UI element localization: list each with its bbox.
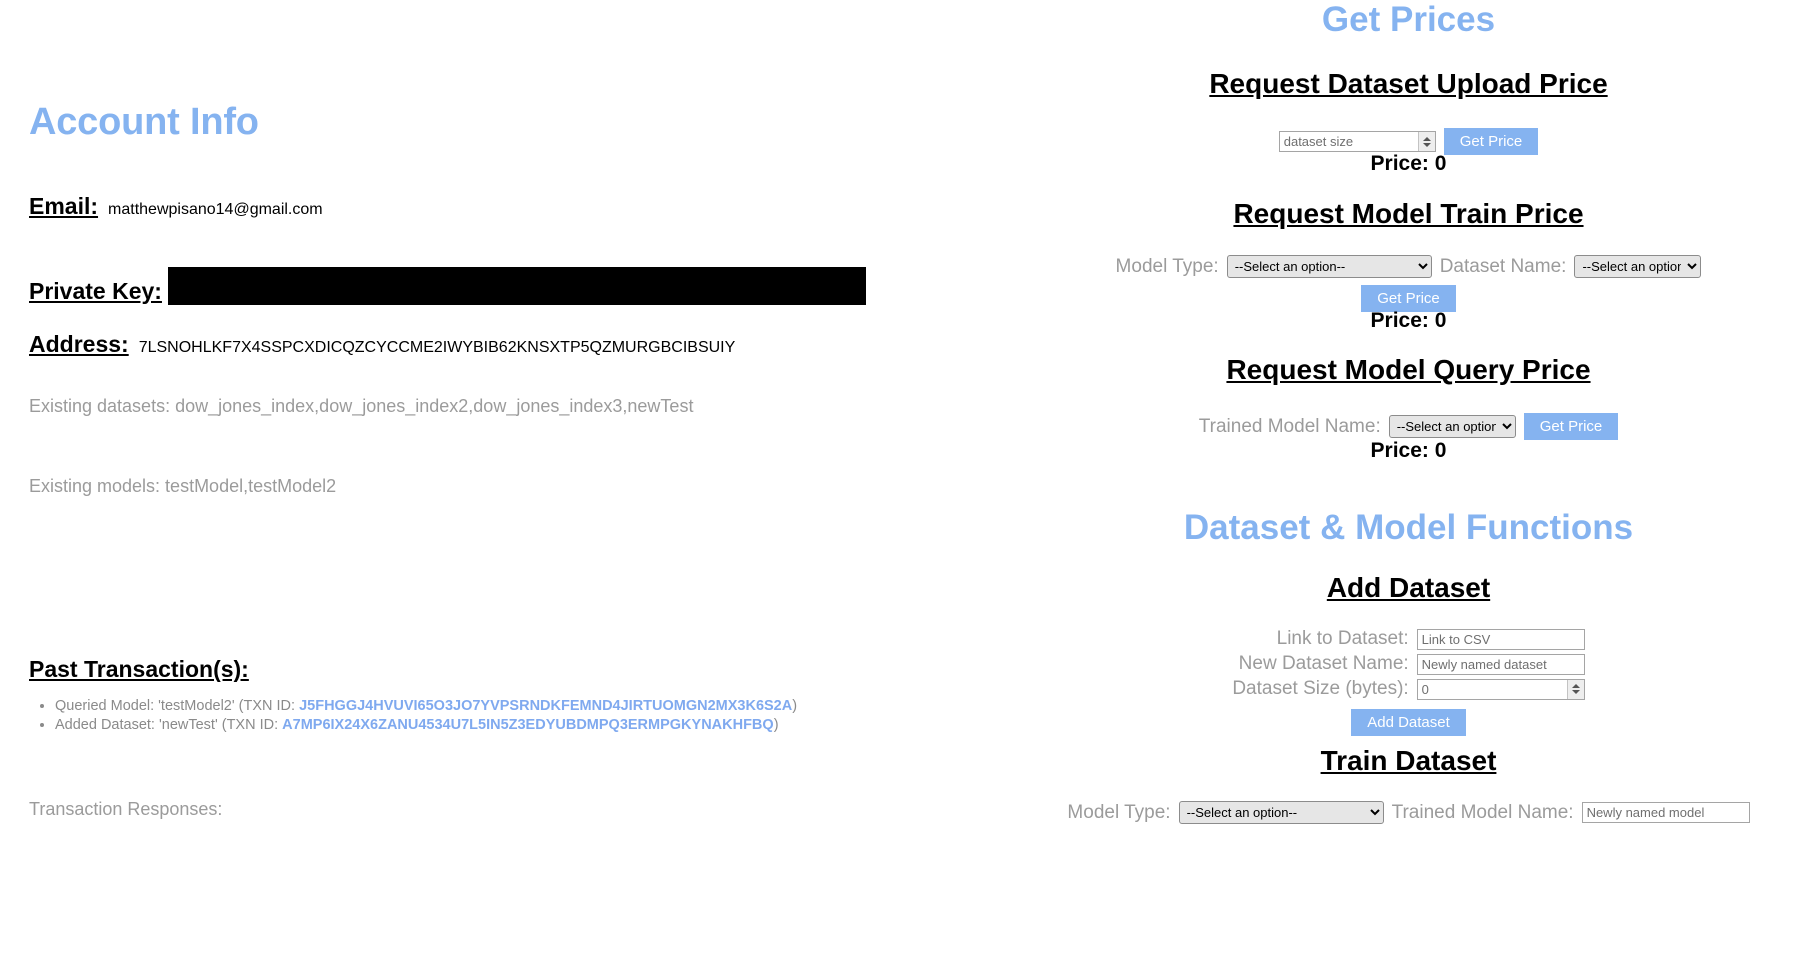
app-root: Account Info Email: matthewpisano14@gmai… [0,0,1817,956]
train-dataset-heading: Train Dataset [1320,745,1497,776]
transaction-suffix: ) [792,698,798,714]
model-query-price-form: Trained Model Name: --Select an option--… [1000,413,1817,441]
page-title: Account Info [29,101,259,143]
list-item: Queried Model: 'testModel2' (TXN ID: J5F… [55,697,797,716]
link-to-dataset-label: Link to Dataset: [1276,628,1409,649]
dataset-size-bytes-label: Dataset Size (bytes): [1232,678,1409,699]
new-dataset-name-input[interactable] [1416,653,1585,675]
request-model-query-price-heading: Request Model Query Price [1226,354,1591,385]
email-value: matthewpisano14@gmail.com [108,201,323,218]
model-type-label: Model Type: [1115,255,1219,277]
address-label: Address: [29,331,129,357]
trained-model-name-input[interactable] [1581,802,1750,823]
dataset-size-bytes-input[interactable] [1416,678,1585,700]
add-dataset-form: Link to Dataset: New Dataset Name: Datas… [1000,628,1817,700]
transaction-suffix: ) [773,717,779,733]
private-key-label: Private Key: [29,278,162,304]
transaction-responses-label: Transaction Responses: [29,799,223,819]
request-model-train-price-heading: Request Model Train Price [1233,198,1584,229]
trained-model-name-select[interactable]: --Select an option-- [1388,415,1516,439]
actions-panel: Get Prices Request Dataset Upload Price … [1000,0,1817,956]
past-transactions-list: Queried Model: 'testModel2' (TXN ID: J5F… [29,697,797,735]
get-model-query-price-button[interactable]: Get Price [1523,413,1619,441]
trained-model-name-label: Trained Model Name: [1198,415,1381,437]
address-row: Address: 7LSNOHLKF7X4SSPCXDICQZCYCCME2IW… [29,331,735,358]
dataset-name-label: Dataset Name: [1439,255,1567,277]
dataset-name-select[interactable]: --Select an option-- [1574,255,1702,278]
dataset-model-functions-title: Dataset & Model Functions [1183,508,1634,547]
model-train-price-value: Price: 0 [1370,309,1447,332]
train-dataset-form: Model Type: --Select an option-- Trained… [1000,801,1817,824]
private-key-row: Private Key: [29,261,866,305]
dataset-size-stepper[interactable] [1278,131,1436,153]
model-train-price-form: Model Type: --Select an option-- Dataset… [1000,255,1817,278]
train-model-type-select[interactable]: --Select an option-- [1178,801,1384,824]
model-query-price-value: Price: 0 [1370,439,1447,462]
transaction-description: Added Dataset: 'newTest' (TXN ID: [55,717,283,733]
add-dataset-heading: Add Dataset [1326,572,1491,603]
list-item: Added Dataset: 'newTest' (TXN ID: A7MP6I… [55,716,797,735]
dataset-size-bytes-stepper[interactable] [1416,678,1585,700]
past-transactions-title: Past Transaction(s): [29,656,249,682]
transaction-description: Queried Model: 'testModel2' (TXN ID: [55,698,300,714]
new-dataset-name-label: New Dataset Name: [1238,653,1409,674]
model-type-select[interactable]: --Select an option-- [1226,255,1432,278]
train-trained-model-name-label: Trained Model Name: [1391,801,1574,823]
add-dataset-button-row: Add Dataset [1000,709,1817,737]
dataset-upload-price-value: Price: 0 [1370,152,1447,175]
email-row: Email: matthewpisano14@gmail.com [29,193,323,220]
address-value: 7LSNOHLKF7X4SSPCXDICQZCYCCME2IWYBIB62KNS… [138,339,736,356]
existing-datasets-text: Existing datasets: dow_jones_index,dow_j… [29,396,694,416]
email-label: Email: [29,193,99,219]
account-info-panel: Account Info Email: matthewpisano14@gmai… [0,0,1000,956]
existing-models-text: Existing models: testModel,testModel2 [29,476,337,496]
transaction-id-link[interactable]: J5FHGGJ4HVUVI65O3JO7YVPSRNDKFEMND4JIRTUO… [299,698,792,714]
link-to-dataset-input[interactable] [1416,628,1585,650]
get-prices-title: Get Prices [1321,0,1496,39]
add-dataset-button[interactable]: Add Dataset [1351,709,1466,737]
dataset-size-input[interactable] [1278,131,1436,153]
private-key-redacted-value [167,267,866,305]
stepper-arrows-icon[interactable] [1566,679,1584,699]
stepper-arrows-icon[interactable] [1417,132,1435,152]
request-dataset-upload-price-heading: Request Dataset Upload Price [1209,68,1608,99]
transaction-id-link[interactable]: A7MP6IX24X6ZANU4534U7L5IN5Z3EDYUBDMPQ3ER… [282,717,774,733]
train-model-type-label: Model Type: [1067,801,1171,823]
